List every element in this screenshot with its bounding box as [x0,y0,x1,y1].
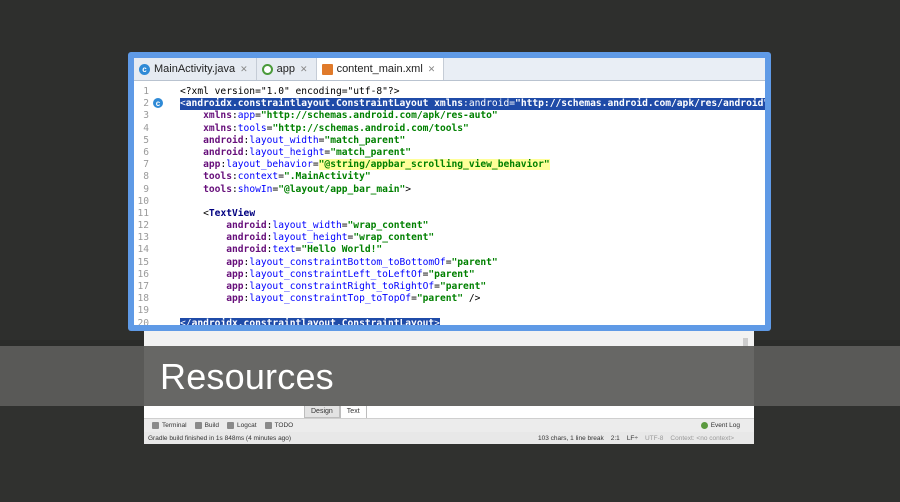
file-encoding[interactable]: UTF-8 [645,435,663,442]
code-line[interactable]: 15 app:layout_constraintBottom_toBottomO… [134,257,765,269]
code-line[interactable]: 13 android:layout_height="wrap_content" [134,232,765,244]
code-line[interactable]: 5 android:layout_width="match_parent" [134,135,765,147]
code-text: app:layout_constraintBottom_toBottomOf="… [226,256,498,268]
close-icon[interactable]: ✕ [428,64,436,75]
close-icon[interactable]: ✕ [240,64,248,75]
line-number: 5 [143,134,149,146]
code-text: android:layout_height="wrap_content" [226,232,435,244]
close-icon[interactable]: ✕ [300,64,308,75]
line-number: 4 [143,122,149,134]
code-text: tools:context=".MainActivity" [203,171,371,183]
code-line[interactable]: 10 [134,196,765,208]
code-line[interactable]: 4 xmlns:tools="http://schemas.android.co… [134,123,765,135]
code-text: android:layout_height="match_parent" [203,146,412,158]
tab-mainactivity[interactable]: c MainActivity.java ✕ [134,58,257,80]
code-text: </androidx.constraintlayout.ConstraintLa… [180,317,440,325]
event-log-icon [700,422,708,429]
code-editor[interactable]: 1 <?xml version="1.0" encoding="utf-8"?> 2… [134,86,765,325]
code-line[interactable]: 20 </androidx.constraintlayout.Constraint… [134,317,765,325]
code-text: app:layout_constraintLeft_toLeftOf="pare… [226,268,475,280]
tab-app[interactable]: app ✕ [256,58,317,80]
tab-content-main[interactable]: content_main.xml ✕ [316,58,445,80]
build-icon [194,422,202,429]
tab-design[interactable]: Design [304,405,340,418]
line-number: 13 [137,232,149,244]
line-number: 12 [137,220,149,232]
line-number: 10 [137,195,149,207]
design-text-tabs: Design Text [304,405,367,418]
line-number: 18 [137,293,149,305]
class-icon: c [139,63,150,75]
line-number: 11 [137,207,149,219]
status-bar: Gradle build finished in 1s 848ms (4 min… [144,432,754,444]
char-count: 103 chars, 1 line break [538,434,604,442]
code-text: android:layout_width="match_parent" [203,134,406,146]
title-banner [0,346,900,406]
code-text: android:layout_width="wrap_content" [226,220,429,232]
terminal-button[interactable]: Terminal [152,422,187,429]
code-line[interactable]: 2 c <androidx.constraintlayout.ConstraintL… [134,98,765,111]
line-number: 6 [143,146,149,158]
code-text: app:layout_constraintRight_toRightOf="pa… [226,281,487,292]
event-log-button[interactable]: Event Log [700,422,740,429]
status-right: 103 chars, 1 line break 2:1 LF÷ UTF-8 Co… [538,435,734,442]
code-text: xmlns:tools="http://schemas.android.com/… [203,122,469,134]
code-text: <TextView [180,207,256,219]
code-line[interactable]: 17 app:layout_constraintRight_toRightOf=… [134,281,765,293]
build-status-text: Gradle build finished in 1s 848ms (4 min… [148,434,292,442]
logcat-icon [227,422,235,429]
line-number: 17 [137,281,149,292]
logcat-button[interactable]: Logcat [227,422,257,429]
banner-title: Resources [160,356,334,397]
code-text: <?xml version="1.0" encoding="utf-8"?> [180,86,400,97]
line-separator[interactable]: LF÷ [627,435,638,442]
code-text: app:layout_behavior="@string/appbar_scro… [203,159,550,171]
xml-file-icon [321,63,333,75]
code-line[interactable]: 12 android:layout_width="wrap_content" [134,220,765,232]
code-line[interactable]: 18 app:layout_constraintTop_toTopOf="par… [134,293,765,305]
code-line[interactable]: 6 android:layout_height="match_parent" [134,147,765,159]
code-text: app:layout_constraintTop_toTopOf="parent… [226,293,481,305]
editor-tabs: c MainActivity.java ✕ app ✕ content_main… [134,58,765,81]
code-line[interactable]: 8 tools:context=".MainActivity" [134,171,765,183]
line-number: 2 [143,98,149,110]
code-text: tools:showIn="@layout/app_bar_main"> [203,183,412,195]
terminal-icon [152,422,159,429]
code-line[interactable]: 16 app:layout_constraintLeft_toLeftOf="p… [134,269,765,281]
cursor-position[interactable]: 2:1 [611,435,620,442]
context-indicator[interactable]: Context: <no context> [670,435,734,442]
tab-text[interactable]: Text [339,405,367,418]
tool-window-bar: Terminal Build Logcat TODO Event Log [144,418,754,432]
class-gutter-icon[interactable]: c [153,98,163,109]
line-number: 8 [143,171,149,183]
code-line[interactable]: 14 android:text="Hello World!" [134,244,765,256]
code-text: <androidx.constraintlayout.ConstraintLay… [180,98,765,111]
module-icon [261,63,273,75]
line-number: 15 [137,256,149,268]
line-number: 7 [143,159,149,171]
line-number: 3 [143,110,149,122]
line-number: 9 [143,183,149,195]
line-number: 19 [137,305,149,317]
code-line[interactable]: 7 app:layout_behavior="@string/appbar_sc… [134,159,765,171]
code-line[interactable]: 3 xmlns:app="http://schemas.android.com/… [134,110,765,122]
line-number: 20 [137,317,149,325]
code-text: xmlns:app="http://schemas.android.com/ap… [203,110,498,122]
code-line[interactable]: 11 <TextView [134,208,765,220]
line-number: 14 [137,244,149,256]
build-button[interactable]: Build [194,422,219,429]
line-number: 1 [143,86,149,97]
zoomed-editor-content: c MainActivity.java ✕ app ✕ content_main… [134,58,765,325]
line-number: 16 [137,268,149,280]
code-text: android:text="Hello World!" [226,244,383,256]
code-line[interactable]: 19 [134,305,765,317]
zoomed-editor: c MainActivity.java ✕ app ✕ content_main… [128,52,771,331]
code-line[interactable]: 9 tools:showIn="@layout/app_bar_main"> [134,184,765,196]
todo-icon [264,422,272,429]
code-line[interactable]: 1 <?xml version="1.0" encoding="utf-8"?> [134,86,765,98]
todo-button[interactable]: TODO [264,422,293,429]
